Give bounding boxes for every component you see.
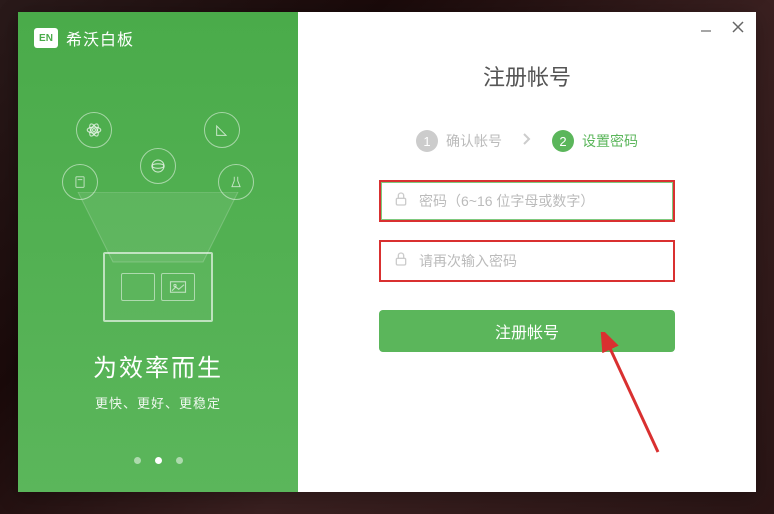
tagline-sub: 更快、更好、更稳定	[18, 393, 298, 412]
password-input-wrap[interactable]	[379, 180, 675, 222]
right-panel: 注册帐号 1 确认帐号 2 设置密码	[298, 12, 756, 492]
lock-icon	[393, 190, 409, 213]
dot-2[interactable]	[155, 457, 162, 464]
brand-logo-icon: EN	[34, 28, 58, 48]
register-form: 注册帐号 1 确认帐号 2 设置密码	[298, 12, 756, 352]
window-controls	[698, 20, 746, 36]
step-indicator: 1 确认帐号 2 设置密码	[416, 130, 638, 152]
close-button[interactable]	[730, 20, 746, 36]
step-1-label: 确认帐号	[446, 131, 502, 151]
brand-name: 希沃白板	[66, 26, 134, 50]
login-window: EN 希沃白板	[18, 12, 756, 492]
minimize-button[interactable]	[698, 20, 714, 36]
carousel-dots[interactable]	[18, 457, 298, 464]
tagline-main: 为效率而生	[18, 348, 298, 383]
illustration	[18, 112, 298, 322]
step-1: 1 确认帐号	[416, 130, 502, 152]
password-input[interactable]	[419, 193, 661, 209]
dot-3[interactable]	[176, 457, 183, 464]
lock-icon	[393, 250, 409, 273]
register-button[interactable]: 注册帐号	[379, 310, 675, 352]
dot-1[interactable]	[134, 457, 141, 464]
brand: EN 希沃白板	[18, 12, 298, 64]
triangle-icon	[204, 112, 240, 148]
tagline: 为效率而生 更快、更好、更稳定	[18, 348, 298, 412]
confirm-password-input-wrap[interactable]	[379, 240, 675, 282]
step-2: 2 设置密码	[552, 130, 638, 152]
atom-icon	[76, 112, 112, 148]
step-2-label: 设置密码	[582, 131, 638, 151]
step-2-number: 2	[552, 130, 574, 152]
step-1-number: 1	[416, 130, 438, 152]
left-panel: EN 希沃白板	[18, 12, 298, 492]
chevron-right-icon	[522, 132, 532, 151]
form-title: 注册帐号	[483, 60, 571, 92]
confirm-password-input[interactable]	[419, 253, 661, 269]
